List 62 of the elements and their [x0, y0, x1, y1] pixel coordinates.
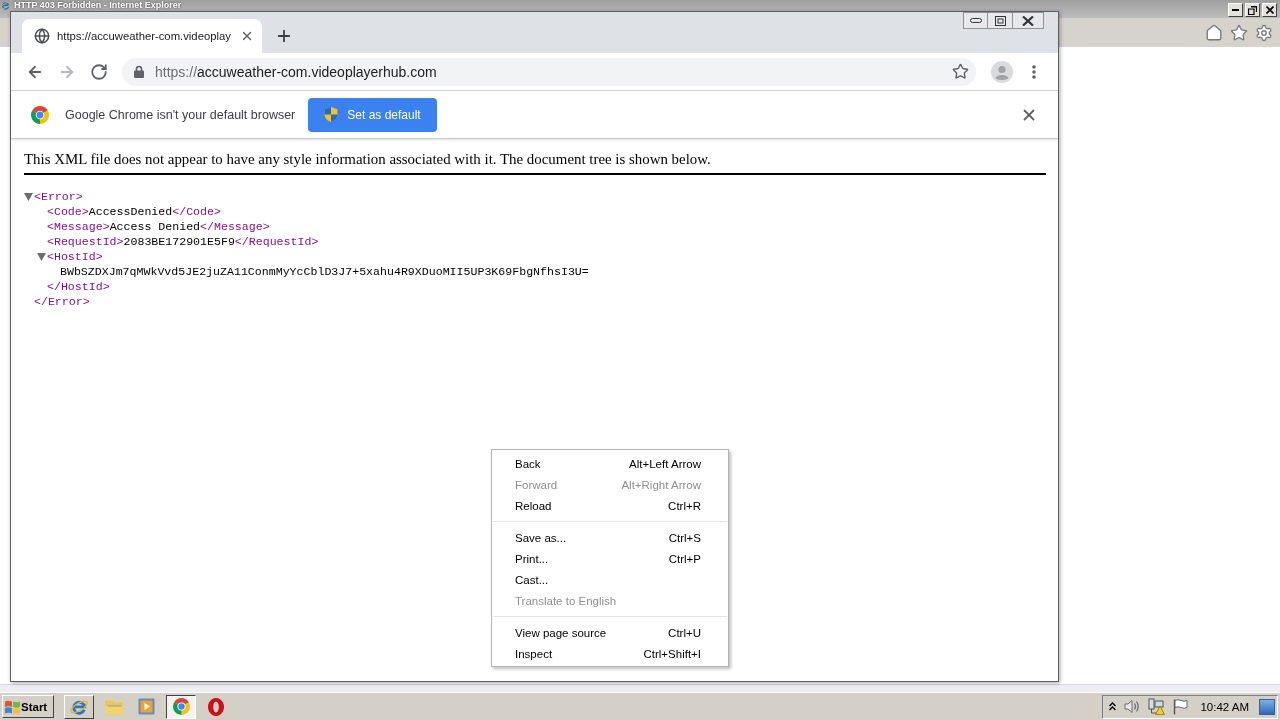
settings-icon[interactable]: [1255, 23, 1273, 42]
xml-notice: This XML file does not appear to have any style information associated with it. The document tree is shown below.: [24, 150, 711, 168]
caret-icon[interactable]: [37, 252, 46, 261]
minimize-icon: [1232, 9, 1239, 11]
play-icon: [137, 698, 155, 715]
flag-icon[interactable]: [1173, 698, 1189, 715]
caret-icon[interactable]: [24, 192, 33, 201]
lock-icon: [134, 65, 144, 78]
menu-item[interactable]: Back Alt+Left Arrow: [492, 453, 728, 474]
shield-icon: [324, 107, 339, 122]
ring-icon: [208, 697, 224, 716]
star-icon[interactable]: [1230, 23, 1248, 42]
xml-element-line: <Code>AccessDenied</Code>: [47, 204, 221, 219]
close-icon: [240, 29, 254, 43]
maximize-button[interactable]: [987, 12, 1013, 29]
xml-tag-line: <HostId>: [47, 249, 103, 264]
restore-icon: [1248, 5, 1257, 15]
close-button[interactable]: [1012, 12, 1044, 29]
speaker-icon[interactable]: [1124, 699, 1141, 714]
menu-item[interactable]: Print... Ctrl+P: [492, 548, 728, 569]
chevron-up-icon[interactable]: [1109, 702, 1117, 711]
xml-element-line: <Message>Access Denied</Message>: [47, 219, 270, 234]
home-icon[interactable]: [1205, 23, 1223, 42]
minimize-icon: [969, 18, 982, 23]
menu-icon: [1032, 64, 1036, 79]
xml-element-line: <RequestId>2083BE172901E5F9</RequestId>: [47, 234, 319, 249]
windows-logo-icon: [5, 699, 20, 714]
plus-icon: [275, 27, 293, 45]
set-default-button[interactable]: Set as default: [308, 97, 437, 132]
menu-item[interactable]: Reload Ctrl+R: [492, 495, 728, 516]
start-button[interactable]: Start: [2, 695, 54, 718]
window-title: HTTP 403 Forbidden - Internet Explorer: [14, 0, 182, 10]
show-desktop-icon[interactable]: [1259, 698, 1275, 715]
xml-tag-line: </Error>: [34, 294, 90, 309]
folder-icon: [105, 698, 123, 715]
menu-item[interactable]: View page source Ctrl+U: [492, 622, 728, 643]
minimize-button[interactable]: [963, 12, 988, 29]
address-bar[interactable]: https://accuweather-com.videoplayerhub.com: [122, 57, 976, 86]
restore-button[interactable]: [1245, 3, 1260, 17]
maximize-icon: [994, 15, 1006, 26]
xml-tag-line: <Error>: [34, 189, 83, 204]
clock-text: 10:42 AM: [1200, 700, 1249, 713]
globe-icon: [34, 28, 50, 44]
browser-tab[interactable]: https://accuweather-com.videoplay: [22, 19, 262, 53]
taskbar-button[interactable]: [166, 694, 196, 719]
close-icon: [1022, 15, 1034, 26]
tab-close-button[interactable]: [240, 29, 254, 43]
avatar-icon: [991, 60, 1013, 83]
xml-tag-line: </HostId>: [47, 279, 110, 294]
letter-e-icon: [0, 0, 11, 11]
close-icon: [1265, 6, 1274, 14]
infobar-message: Google Chrome isn't your default browser: [65, 107, 296, 122]
xml-text-line: BWbSZDXJm7qMWkVvd5JE2juZA11ConmMyYcCblD3J7+5xahu4R9XDuoMII5UP3K69FbgNfhsI3U=: [60, 264, 589, 279]
chrome-logo-icon: [31, 105, 49, 124]
menu-item[interactable]: Inspect Ctrl+Shift+I: [492, 643, 728, 664]
network-warning-icon[interactable]: [1148, 698, 1166, 715]
chrome-logo-icon: [172, 698, 190, 715]
menu-item[interactable]: Save as... Ctrl+S: [492, 527, 728, 548]
menu-item[interactable]: Cast...: [492, 569, 728, 590]
reload-icon: [90, 62, 108, 81]
star-icon: [951, 63, 969, 80]
tab-title: https://accuweather-com.videoplay: [57, 30, 232, 42]
